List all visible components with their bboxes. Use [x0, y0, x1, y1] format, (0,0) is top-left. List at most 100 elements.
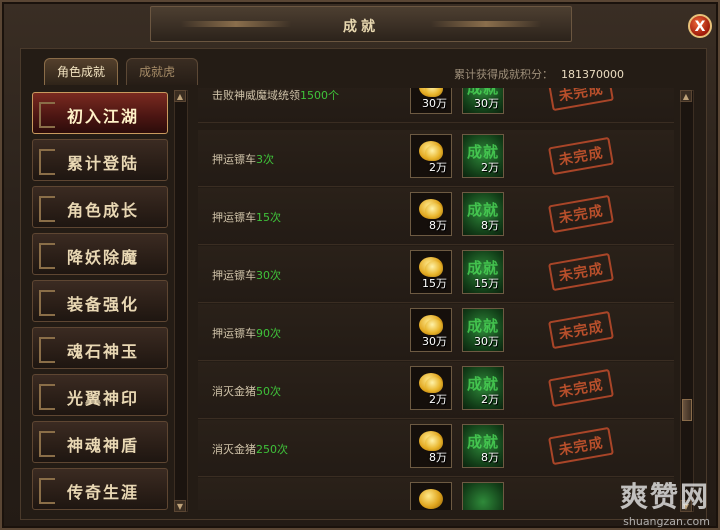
- sidebar-ornament-icon: [39, 102, 55, 128]
- achievement-row: 押运镖车3次 2万 成就 2万 未完成: [198, 130, 674, 187]
- category-sidebar: 初入江湖 累计登陆 角色成长 降妖除魔 装备强化 魂石神玉 光翼神印 神魂神盾 …: [30, 88, 172, 510]
- achievement-window: 成就 X 角色成就 成就虎符 累计获得成就积分： 181370000 初入江湖 累…: [0, 0, 720, 530]
- scroll-thumb[interactable]: [682, 399, 692, 421]
- sidebar-item-label: 光翼神印: [67, 389, 140, 408]
- gold-reward-slot[interactable]: 15万: [410, 250, 452, 294]
- gold-reward-slot[interactable]: 8万: [410, 424, 452, 468]
- points-amount: 8万: [481, 451, 499, 464]
- sidebar-item-8[interactable]: 神魂神盾: [32, 421, 168, 463]
- scroll-up-icon[interactable]: ▲: [680, 90, 692, 102]
- tab-character-achievements[interactable]: 角色成就: [44, 58, 118, 85]
- incomplete-stamp: 未完成: [548, 426, 614, 466]
- points-amount: 30万: [474, 335, 499, 348]
- sidebar-ornament-icon: [39, 337, 55, 363]
- achievement-points-slot[interactable]: 成就 15万: [462, 250, 504, 294]
- points-amount: 8万: [481, 219, 499, 232]
- incomplete-stamp: 未完成: [548, 88, 614, 112]
- achievement-points-slot[interactable]: 成就 8万: [462, 424, 504, 468]
- gold-amount: 8万: [429, 219, 447, 232]
- incomplete-stamp: 未完成: [548, 194, 614, 234]
- achievement-points-slot[interactable]: 成就 2万: [462, 134, 504, 178]
- site-watermark: 爽赞网 shuangzan.com: [620, 475, 710, 528]
- scroll-down-icon[interactable]: ▼: [174, 500, 186, 512]
- achievement-row: 押运镖车15次 8万 成就 8万 未完成: [198, 188, 674, 245]
- sidebar-ornament-icon: [39, 290, 55, 316]
- gold-reward-slot[interactable]: 8万: [410, 192, 452, 236]
- gold-amount: 30万: [422, 97, 447, 110]
- sidebar-item-label: 装备强化: [67, 295, 140, 314]
- sidebar-item-5[interactable]: 装备强化: [32, 280, 168, 322]
- achievement-name: 押运镖车3次: [212, 153, 274, 166]
- incomplete-stamp: 未完成: [548, 252, 614, 292]
- sidebar-item-6[interactable]: 魂石神玉: [32, 327, 168, 369]
- gold-amount: 2万: [429, 393, 447, 406]
- gold-reward-slot[interactable]: 2万: [410, 134, 452, 178]
- gold-reward-slot[interactable]: 30万: [410, 308, 452, 352]
- sidebar-item-9[interactable]: 传奇生涯: [32, 468, 168, 510]
- gold-reward-slot[interactable]: [410, 482, 452, 510]
- sidebar-ornament-icon: [39, 384, 55, 410]
- sidebar-item-label: 降妖除魔: [67, 248, 140, 267]
- gold-amount: 8万: [429, 451, 447, 464]
- tab-achievement-tally[interactable]: 成就虎符: [126, 58, 198, 106]
- gold-reward-slot[interactable]: 2万: [410, 366, 452, 410]
- close-icon[interactable]: X: [688, 14, 712, 38]
- achievement-points-slot[interactable]: [462, 482, 504, 510]
- sidebar-item-label: 角色成长: [67, 201, 140, 220]
- achievement-name: 押运镖车30次: [212, 269, 281, 282]
- points-amount: 2万: [481, 161, 499, 174]
- title-ornament-right: [431, 21, 541, 27]
- achievement-points-slot[interactable]: 成就 8万: [462, 192, 504, 236]
- incomplete-stamp: 未完成: [548, 310, 614, 350]
- achievement-row: [198, 478, 674, 510]
- list-scrollbar[interactable]: ▲ ▼: [680, 90, 694, 512]
- sidebar-ornament-icon: [39, 149, 55, 175]
- achievement-name: 押运镖车90次: [212, 327, 281, 340]
- achievement-row: 击败神威魔域统领1500个 30万 成就 30万 未完成: [198, 88, 674, 123]
- achievement-name: 击败神威魔域统领1500个: [212, 89, 339, 102]
- gold-reward-slot[interactable]: 30万: [410, 88, 452, 114]
- sidebar-item-label: 累计登陆: [67, 154, 140, 173]
- incomplete-stamp: 未完成: [548, 136, 614, 176]
- sidebar-item-label: 传奇生涯: [67, 483, 140, 502]
- sidebar-item-7[interactable]: 光翼神印: [32, 374, 168, 416]
- total-score: 累计获得成就积分： 181370000: [454, 66, 624, 82]
- sidebar-item-3[interactable]: 角色成长: [32, 186, 168, 228]
- total-score-value: 181370000: [561, 68, 624, 81]
- sidebar-ornament-icon: [39, 431, 55, 457]
- sidebar-item-label: 魂石神玉: [67, 342, 140, 361]
- scroll-up-icon[interactable]: ▲: [174, 90, 186, 102]
- title-bar: 成就: [150, 6, 572, 42]
- achievement-name: 押运镖车15次: [212, 211, 281, 224]
- achievement-row: 消灭金猪250次 8万 成就 8万 未完成: [198, 420, 674, 477]
- achievement-name: 消灭金猪250次: [212, 443, 288, 456]
- achievement-points-slot[interactable]: 成就 30万: [462, 88, 504, 114]
- sidebar-scrollbar[interactable]: ▲ ▼: [174, 90, 188, 512]
- sidebar-item-label: 神魂神盾: [67, 436, 140, 455]
- achievement-list: 击败神威魔域统领1500个 30万 成就 30万 未完成 押运镖车3次 2万 成就…: [198, 88, 674, 510]
- gold-coin-icon: [419, 489, 443, 509]
- gold-amount: 2万: [429, 161, 447, 174]
- watermark-logo: 爽赞网: [619, 480, 710, 513]
- achievement-name: 消灭金猪50次: [212, 385, 281, 398]
- total-score-label: 累计获得成就积分：: [454, 68, 553, 81]
- sidebar-ornament-icon: [39, 478, 55, 504]
- points-amount: 15万: [474, 277, 499, 290]
- achievement-points-slot[interactable]: 成就 2万: [462, 366, 504, 410]
- sidebar-item-1[interactable]: 初入江湖: [32, 92, 168, 134]
- sidebar-item-2[interactable]: 累计登陆: [32, 139, 168, 181]
- points-amount: 30万: [474, 97, 499, 110]
- achievement-points-slot[interactable]: 成就 30万: [462, 308, 504, 352]
- gold-amount: 15万: [422, 277, 447, 290]
- incomplete-stamp: 未完成: [548, 368, 614, 408]
- points-amount: 2万: [481, 393, 499, 406]
- sidebar-item-4[interactable]: 降妖除魔: [32, 233, 168, 275]
- sidebar-item-label: 初入江湖: [67, 107, 140, 126]
- watermark-url: shuangzan.com: [623, 515, 710, 528]
- gold-amount: 30万: [422, 335, 447, 348]
- achievement-row: 押运镖车30次 15万 成就 15万 未完成: [198, 246, 674, 303]
- sidebar-ornament-icon: [39, 243, 55, 269]
- sidebar-ornament-icon: [39, 196, 55, 222]
- achievement-row: 消灭金猪50次 2万 成就 2万 未完成: [198, 362, 674, 419]
- achievement-row: 押运镖车90次 30万 成就 30万 未完成: [198, 304, 674, 361]
